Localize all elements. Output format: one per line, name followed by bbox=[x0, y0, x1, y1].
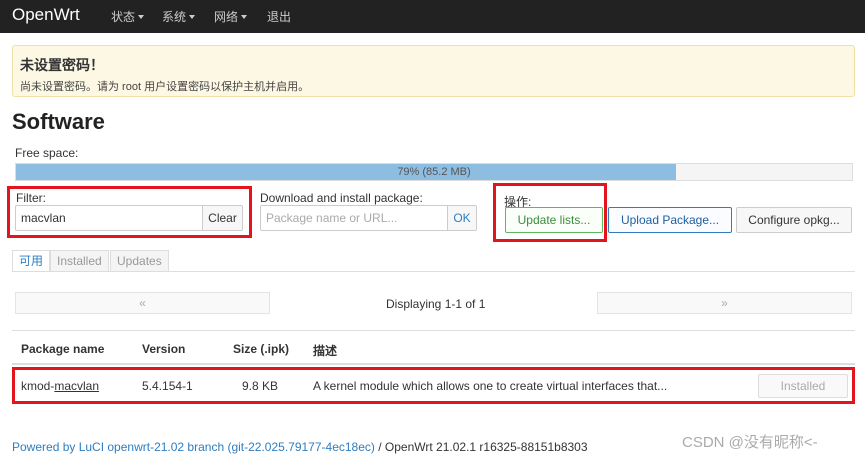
progress-text: 79% (85.2 MB) bbox=[397, 166, 471, 178]
pager-next-button[interactable]: » bbox=[597, 292, 852, 314]
chevron-down-icon bbox=[138, 15, 145, 19]
tab-available[interactable]: 可用 bbox=[12, 250, 51, 272]
nav-item-network[interactable]: 网络 bbox=[214, 8, 248, 25]
nav-item-system[interactable]: 系统 bbox=[162, 8, 196, 25]
free-space-progress: 79% (85.2 MB) bbox=[15, 163, 853, 181]
highlight-box-filter bbox=[7, 186, 252, 238]
chevron-down-icon bbox=[241, 15, 248, 19]
csdn-watermark: CSDN @没有昵称<- bbox=[682, 434, 818, 451]
download-label: Download and install package: bbox=[260, 191, 423, 205]
nav-item-logout[interactable]: 退出 bbox=[267, 8, 291, 25]
luci-version-link[interactable]: Powered by LuCI openwrt-21.02 branch (gi… bbox=[12, 440, 375, 454]
nav-item-status[interactable]: 状态 bbox=[111, 8, 145, 25]
alert-body: 尚未设置密码。请为 root 用户设置密码以保护主机并启用。 bbox=[20, 81, 310, 93]
nav-item-label: 网络 bbox=[214, 10, 239, 24]
page-title: Software bbox=[12, 109, 105, 134]
nav-item-label: 退出 bbox=[267, 10, 292, 24]
top-navbar: OpenWrt 状态 系统 网络 退出 bbox=[0, 0, 865, 33]
column-header-size: Size (.ipk) bbox=[233, 342, 290, 356]
table-header-row: Package name Version Size (.ipk) 描述 bbox=[12, 331, 855, 365]
tab-updates[interactable]: Updates bbox=[110, 250, 169, 272]
pager-status: Displaying 1-1 of 1 bbox=[386, 297, 486, 311]
nav-item-label: 状态 bbox=[111, 10, 136, 24]
free-space-label: Free space: bbox=[15, 146, 79, 160]
highlight-box-actions bbox=[493, 183, 607, 242]
column-header-version: Version bbox=[142, 342, 186, 356]
alert-title: 未设置密码！ bbox=[20, 57, 104, 73]
highlight-box-package-row bbox=[12, 367, 855, 404]
package-url-input[interactable] bbox=[260, 205, 448, 231]
openwrt-version-text: / OpenWrt 21.02.1 r16325-88151b8303 bbox=[374, 440, 588, 454]
ok-button[interactable]: OK bbox=[447, 205, 477, 231]
tab-installed[interactable]: Installed bbox=[50, 250, 109, 272]
password-warning-alert: 未设置密码！ 尚未设置密码。请为 root 用户设置密码以保护主机并启用。 bbox=[12, 45, 855, 97]
upload-package-button[interactable]: Upload Package... bbox=[608, 207, 732, 233]
chevron-down-icon bbox=[189, 15, 196, 19]
nav-item-label: 系统 bbox=[162, 10, 187, 24]
tab-divider bbox=[12, 271, 855, 272]
page-footer: Powered by LuCI openwrt-21.02 branch (gi… bbox=[12, 440, 588, 454]
pager-prev-button[interactable]: « bbox=[15, 292, 270, 314]
configure-opkg-button[interactable]: Configure opkg... bbox=[736, 207, 852, 233]
column-header-description: 描述 bbox=[313, 344, 338, 358]
brand-logo[interactable]: OpenWrt bbox=[12, 5, 80, 25]
column-header-package-name: Package name bbox=[21, 342, 105, 356]
